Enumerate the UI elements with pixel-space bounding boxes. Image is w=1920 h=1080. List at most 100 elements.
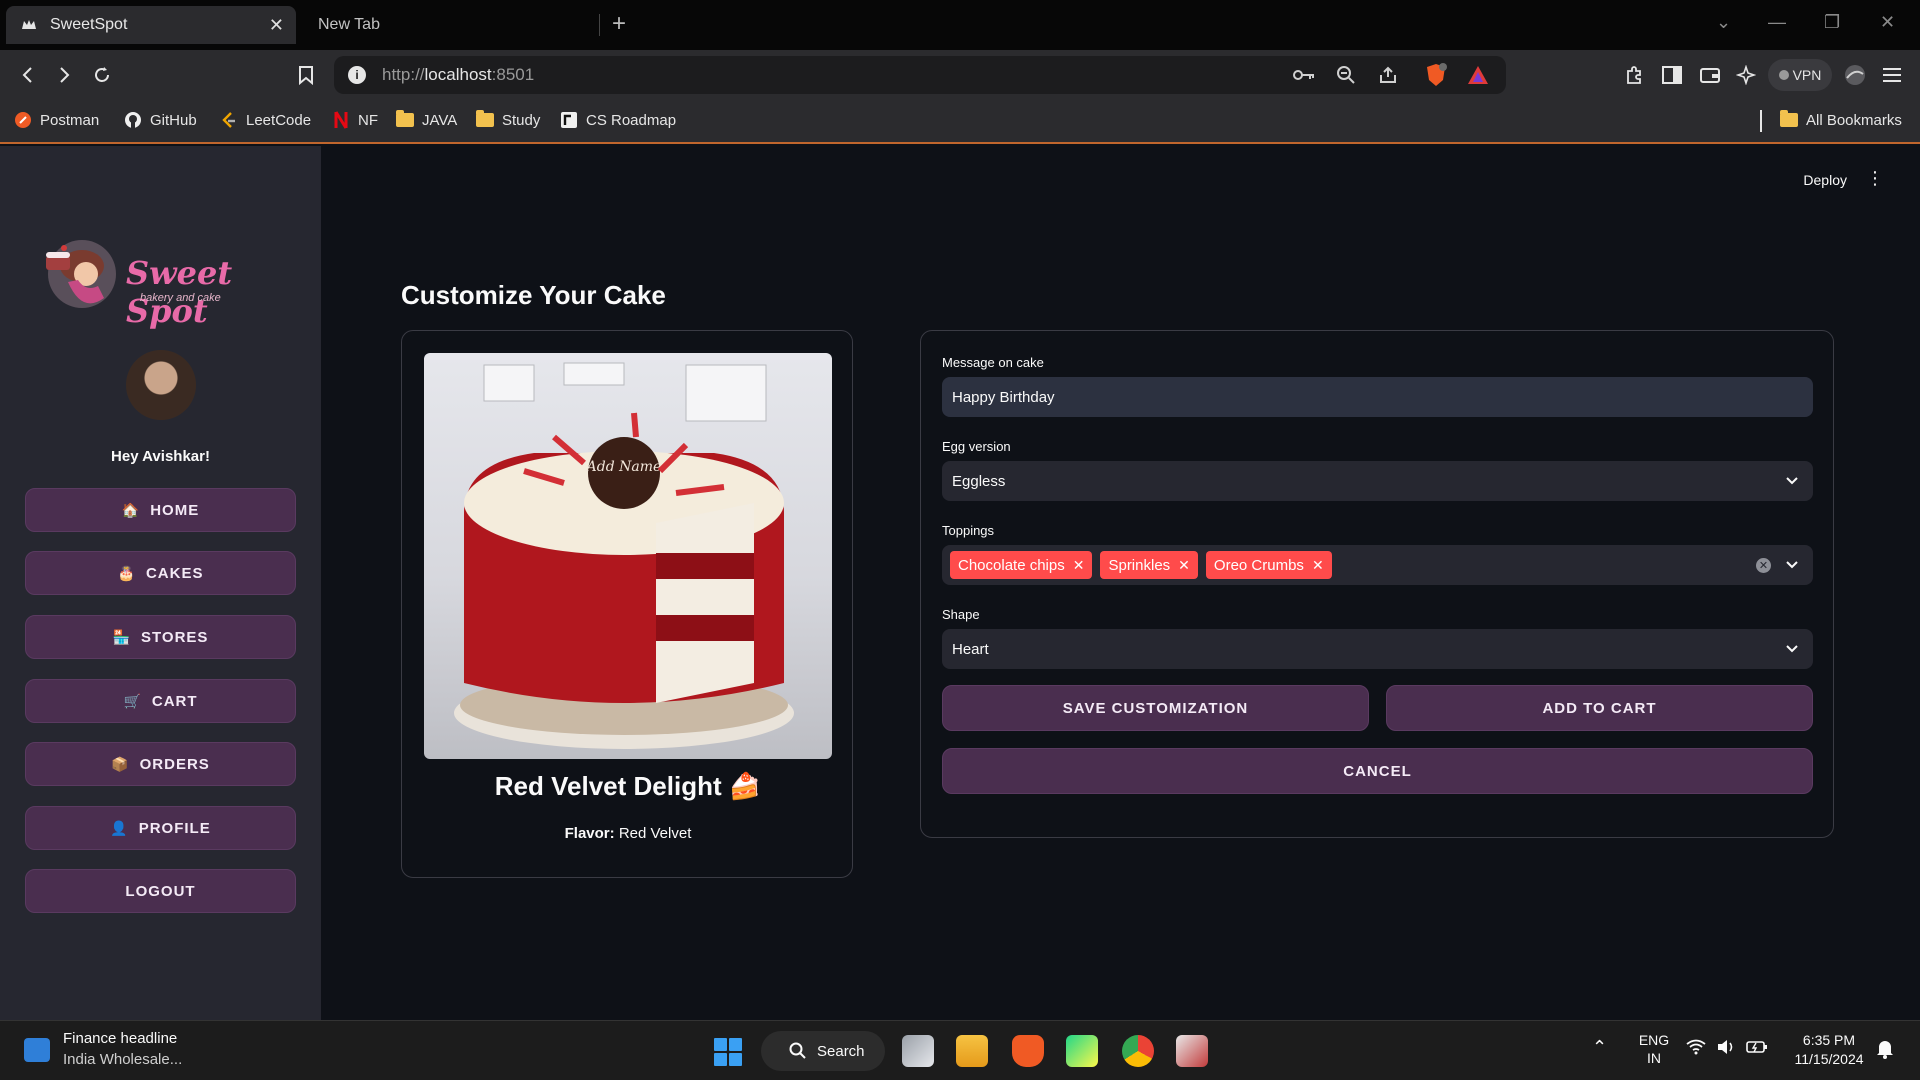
- avatar: [126, 350, 196, 420]
- shape-select[interactable]: Heart: [942, 629, 1813, 669]
- add-to-cart-button[interactable]: ADD TO CART: [1386, 685, 1813, 731]
- topping-chip[interactable]: Oreo Crumbs ✕: [1205, 551, 1332, 579]
- toppings-multiselect[interactable]: Chocolate chips ✕ Sprinkles ✕ Oreo Crumbs ✕…: [942, 545, 1813, 585]
- brave-shield-icon[interactable]: [1424, 63, 1448, 87]
- minimize-icon[interactable]: —: [1768, 12, 1786, 33]
- start-windows-icon[interactable]: [714, 1038, 742, 1066]
- save-customization-button[interactable]: SAVE CUSTOMIZATION: [942, 685, 1369, 731]
- close-icon[interactable]: ✕: [269, 15, 284, 36]
- cake-flavor: Flavor: Red Velvet: [402, 825, 854, 842]
- remove-chip-icon[interactable]: ✕: [1312, 557, 1324, 574]
- cake-icon: 🎂: [117, 564, 136, 581]
- restore-icon[interactable]: ❐: [1824, 12, 1840, 33]
- roadmap-icon: [560, 111, 578, 129]
- brave-rewards-icon[interactable]: [1466, 63, 1490, 87]
- bookmark-nf[interactable]: NF: [332, 111, 378, 129]
- cake-card: Add Name Red Velvet Delight 🍰 Flavor: Re…: [401, 330, 853, 878]
- forward-icon[interactable]: [52, 63, 76, 87]
- browser-toolbar: i http://localhost:8501 VPN: [0, 50, 1920, 100]
- language-indicator[interactable]: ENG IN: [1634, 1031, 1674, 1067]
- bookmark-folder-java[interactable]: JAVA: [396, 110, 457, 129]
- snipping-tool-icon[interactable]: [1176, 1035, 1208, 1067]
- tab-list-chevron-icon[interactable]: ⌄: [1716, 12, 1731, 33]
- notification-bell-icon[interactable]: [1876, 1039, 1894, 1062]
- favicon-crown-icon: [20, 16, 38, 34]
- news-title[interactable]: Finance headline: [63, 1030, 177, 1047]
- profile-icon[interactable]: [1843, 63, 1867, 87]
- new-tab-plus-icon[interactable]: +: [612, 10, 626, 38]
- chrome-icon[interactable]: [1122, 1035, 1154, 1067]
- message-input[interactable]: Happy Birthday: [942, 377, 1813, 417]
- extensions-icon[interactable]: [1622, 63, 1646, 87]
- egg-version-label: Egg version: [942, 439, 1011, 454]
- more-options-icon[interactable]: ⋮: [1866, 168, 1884, 189]
- chevron-down-icon: [1786, 645, 1798, 653]
- window-close-icon[interactable]: ✕: [1880, 12, 1895, 33]
- bookmark-leetcode[interactable]: LeetCode: [220, 111, 311, 129]
- reload-icon[interactable]: [90, 63, 114, 87]
- topping-chip[interactable]: Sprinkles ✕: [1100, 551, 1198, 579]
- cancel-button[interactable]: CANCEL: [942, 748, 1813, 794]
- taskbar: Finance headline India Wholesale... Sear…: [0, 1020, 1920, 1080]
- vpn-button[interactable]: VPN: [1768, 59, 1832, 91]
- pycharm-icon[interactable]: [1066, 1035, 1098, 1067]
- tab-sweetspot[interactable]: SweetSpot ✕: [6, 6, 296, 44]
- nav-home-button[interactable]: 🏠 HOME: [25, 488, 296, 532]
- flavor-label: Flavor:: [564, 825, 615, 842]
- wifi-icon[interactable]: [1686, 1039, 1706, 1058]
- chevron-up-icon[interactable]: ⌃: [1592, 1037, 1607, 1058]
- leo-ai-icon[interactable]: [1734, 63, 1758, 87]
- zoom-icon[interactable]: [1334, 63, 1358, 87]
- bookmark-cs-roadmap[interactable]: CS Roadmap: [560, 111, 676, 129]
- deploy-button[interactable]: Deploy: [1803, 172, 1847, 188]
- brave-browser-icon[interactable]: [1012, 1035, 1044, 1067]
- store-icon: 🏪: [112, 628, 132, 645]
- task-view-icon[interactable]: [902, 1035, 934, 1067]
- message-label: Message on cake: [942, 355, 1044, 370]
- vpn-label: VPN: [1792, 67, 1822, 83]
- taskbar-search[interactable]: Search: [761, 1031, 885, 1071]
- battery-icon[interactable]: [1746, 1039, 1768, 1058]
- bookmark-folder-study[interactable]: Study: [476, 110, 540, 129]
- file-explorer-icon[interactable]: [956, 1035, 988, 1067]
- nav-cart-button[interactable]: 🛒 CART: [25, 679, 296, 723]
- bookmark-postman[interactable]: Postman: [14, 111, 99, 129]
- postman-icon: [14, 111, 32, 129]
- address-bar[interactable]: i http://localhost:8501: [334, 56, 1506, 94]
- clock[interactable]: 6:35 PM 11/15/2024: [1784, 1031, 1874, 1069]
- back-icon[interactable]: [16, 63, 40, 87]
- password-key-icon[interactable]: [1292, 63, 1316, 87]
- folder-icon: [476, 110, 494, 129]
- nav-stores-button[interactable]: 🏪 STORES: [25, 615, 296, 659]
- wallet-icon[interactable]: [1698, 63, 1722, 87]
- package-icon: 📦: [111, 755, 130, 772]
- menu-hamburger-icon[interactable]: [1880, 63, 1904, 87]
- cake-topper-text: Add Name: [585, 459, 662, 475]
- egg-version-select[interactable]: Eggless: [942, 461, 1813, 501]
- all-bookmarks[interactable]: All Bookmarks: [1780, 110, 1902, 129]
- bookmarks-divider: [1760, 110, 1762, 132]
- nav-orders-button[interactable]: 📦 ORDERS: [25, 742, 296, 786]
- remove-chip-icon[interactable]: ✕: [1178, 557, 1190, 574]
- share-icon[interactable]: [1376, 63, 1400, 87]
- bookmark-icon[interactable]: [294, 63, 318, 87]
- topping-chip[interactable]: Chocolate chips ✕: [950, 551, 1093, 579]
- nav-cakes-button[interactable]: 🎂 CAKES: [25, 551, 296, 595]
- news-subtitle[interactable]: India Wholesale...: [63, 1051, 182, 1068]
- remove-chip-icon[interactable]: ✕: [1073, 557, 1085, 574]
- volume-icon[interactable]: [1716, 1039, 1736, 1058]
- chevron-down-icon[interactable]: [1783, 556, 1801, 574]
- bookmark-github[interactable]: GitHub: [124, 111, 197, 129]
- search-icon: [789, 1042, 806, 1059]
- sidebar-toggle-icon[interactable]: [1660, 63, 1684, 87]
- news-widget-icon[interactable]: [24, 1038, 50, 1062]
- clear-all-icon[interactable]: ✕: [1756, 558, 1771, 573]
- chevron-down-icon: [1786, 477, 1798, 485]
- nav-profile-button[interactable]: 👤 PROFILE: [25, 806, 296, 850]
- tab-new-tab[interactable]: New Tab: [306, 6, 596, 44]
- user-icon: 👤: [110, 819, 129, 836]
- site-info-icon[interactable]: i: [348, 66, 366, 84]
- tab-divider: [599, 14, 600, 36]
- cart-icon: 🛒: [123, 692, 142, 709]
- logout-button[interactable]: LOGOUT: [25, 869, 296, 913]
